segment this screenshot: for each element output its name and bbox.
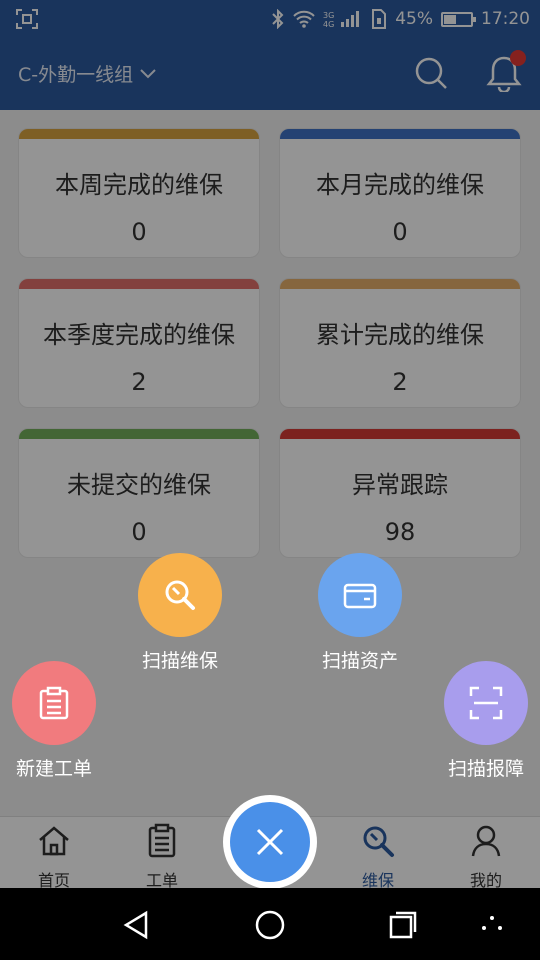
close-icon	[256, 828, 284, 856]
home-nav-icon[interactable]	[254, 909, 286, 941]
scan-fault-button[interactable]	[444, 661, 528, 745]
new-work-order-label: 新建工单	[15, 758, 92, 780]
scan-asset-label: 扫描资产	[321, 650, 398, 672]
wrench-icon	[165, 580, 195, 610]
system-nav-bar	[0, 888, 540, 960]
scan-maintenance-button[interactable]	[138, 553, 222, 637]
recents-icon[interactable]	[388, 910, 418, 940]
fab-close-button[interactable]	[223, 795, 317, 889]
scan-fault-label: 扫描报障	[447, 758, 524, 780]
scan-frame-icon	[469, 686, 503, 720]
new-work-order-button[interactable]	[12, 661, 96, 745]
more-dots-icon[interactable]	[480, 914, 504, 934]
back-icon[interactable]	[122, 910, 150, 940]
wallet-icon	[343, 583, 377, 609]
clipboard-icon	[39, 686, 69, 720]
scan-asset-button[interactable]	[318, 553, 402, 637]
scan-maintenance-label: 扫描维保	[141, 650, 218, 672]
fab-close-inner	[230, 802, 310, 882]
